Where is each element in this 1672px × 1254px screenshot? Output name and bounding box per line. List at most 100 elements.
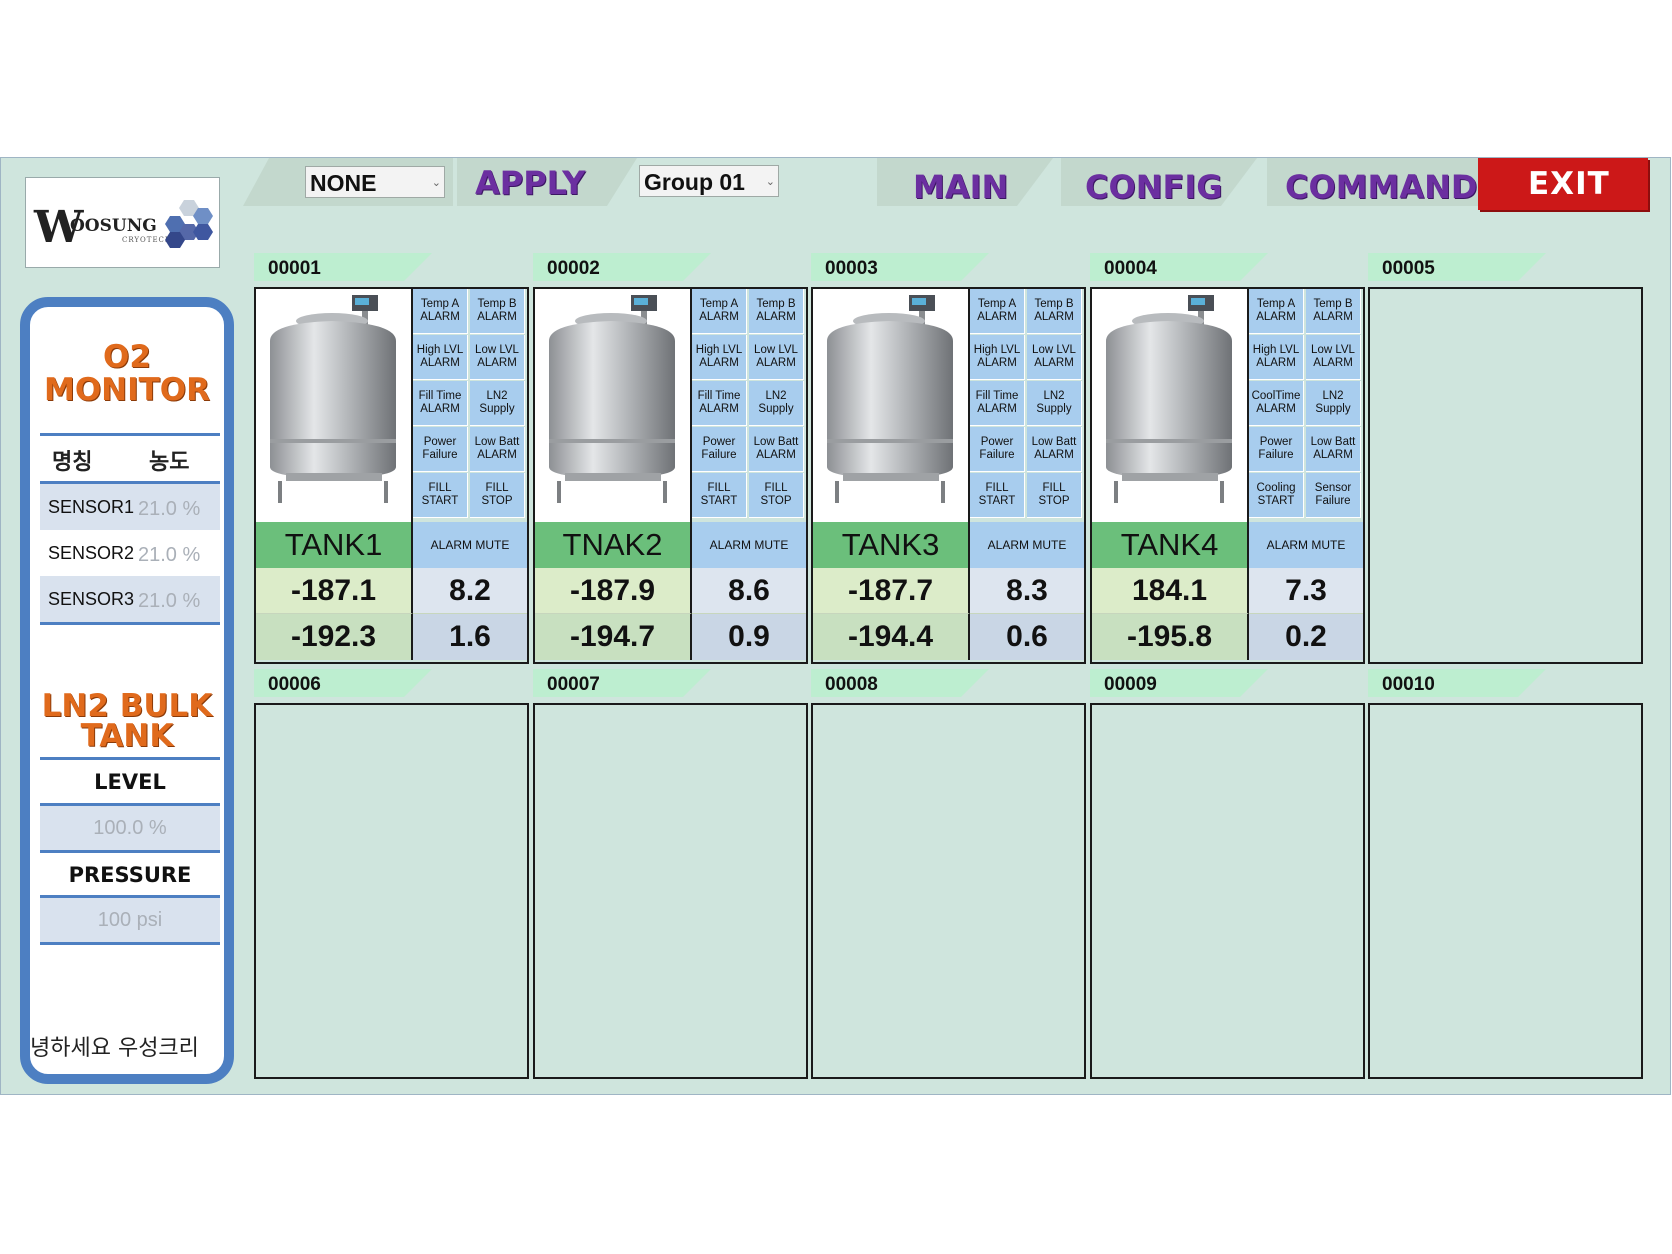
- alarm-button[interactable]: High LVL ALARM: [413, 335, 468, 380]
- alarm-button[interactable]: Temp B ALARM: [749, 289, 804, 334]
- sensor-value: 21.0 %: [138, 590, 201, 612]
- alarm-button[interactable]: FILL STOP: [1027, 473, 1082, 518]
- tank-card[interactable]: Temp A ALARM Temp B ALARM High LVL ALARM Lo…: [533, 287, 808, 664]
- card-id: 00008: [825, 674, 878, 695]
- alarm-button[interactable]: Power Failure: [1249, 427, 1304, 472]
- card-id: 00009: [1104, 674, 1157, 695]
- tank-card-empty[interactable]: [1368, 703, 1643, 1079]
- exit-button[interactable]: EXIT: [1478, 158, 1648, 210]
- alarm-button[interactable]: Low Batt ALARM: [749, 427, 804, 472]
- alarm-button[interactable]: Temp B ALARM: [1306, 289, 1361, 334]
- alarm-mute-button[interactable]: ALARM MUTE: [692, 522, 806, 568]
- config-button[interactable]: CONFIG: [1085, 168, 1223, 206]
- alarm-mute-button[interactable]: ALARM MUTE: [1249, 522, 1363, 568]
- sensor-row-2[interactable]: SENSOR2 21.0 %: [40, 530, 220, 576]
- alarm-button[interactable]: Power Failure: [413, 427, 468, 472]
- alarm-mute-button[interactable]: ALARM MUTE: [970, 522, 1084, 568]
- alarm-button[interactable]: LN2 Supply: [1306, 381, 1361, 426]
- tank-card[interactable]: Temp A ALARM Temp B ALARM High LVL ALARM Lo…: [1090, 287, 1365, 664]
- status-filter-value: NONE: [310, 170, 377, 196]
- alarm-button-label: Temp A ALARM: [699, 298, 739, 323]
- alarm-button[interactable]: High LVL ALARM: [1249, 335, 1304, 380]
- alarm-button[interactable]: Temp A ALARM: [692, 289, 747, 334]
- alarm-mute-button[interactable]: ALARM MUTE: [413, 522, 527, 568]
- sensor-value: 21.0 %: [138, 544, 201, 566]
- logo-word: OOSUNG: [70, 216, 157, 236]
- alarm-button-label: Low LVL ALARM: [1311, 344, 1355, 369]
- alarm-button[interactable]: High LVL ALARM: [970, 335, 1025, 380]
- tank-card-empty[interactable]: [254, 703, 529, 1079]
- alarm-button[interactable]: Low Batt ALARM: [1027, 427, 1082, 472]
- alarm-button[interactable]: FILL STOP: [749, 473, 804, 518]
- alarm-button-label: Temp A ALARM: [977, 298, 1017, 323]
- tank-card[interactable]: Temp A ALARM Temp B ALARM High LVL ALARM Lo…: [811, 287, 1086, 664]
- alarm-button[interactable]: Low LVL ALARM: [1027, 335, 1082, 380]
- tank-card-empty[interactable]: [1368, 287, 1643, 664]
- tab-edge: [243, 158, 269, 206]
- side-monitor-panel: O2 MONITOR 명칭 농도 SENSOR1 21.0 % SENSOR2 …: [20, 297, 234, 1084]
- tank-image: [256, 289, 413, 522]
- alarm-button[interactable]: FILL START: [692, 473, 747, 518]
- alarm-button-label: LN2 Supply: [1315, 390, 1351, 415]
- alarm-button-label: High LVL ALARM: [695, 344, 743, 369]
- alarm-button-label: LN2 Supply: [758, 390, 794, 415]
- level-value: 8.6: [692, 568, 806, 614]
- alarm-button[interactable]: LN2 Supply: [749, 381, 804, 426]
- sensor-row-1[interactable]: SENSOR1 21.0 %: [40, 484, 220, 530]
- pressure-label: PRESSURE: [68, 863, 192, 887]
- level-value: 7.3: [1249, 568, 1363, 614]
- o2-monitor-title-2: MONITOR: [43, 372, 211, 408]
- sensor-name: SENSOR1: [48, 497, 135, 517]
- tank-name: TANK3: [813, 522, 970, 568]
- alarm-button[interactable]: CoolTime ALARM: [1249, 381, 1304, 426]
- alarm-button[interactable]: Temp A ALARM: [970, 289, 1025, 334]
- alarm-button-label: Power Failure: [979, 436, 1015, 461]
- cryo-tank-icon: [270, 295, 396, 503]
- alarm-button[interactable]: Power Failure: [970, 427, 1025, 472]
- alarm-button[interactable]: Temp B ALARM: [1027, 289, 1082, 334]
- alarm-button[interactable]: FILL START: [413, 473, 468, 518]
- alarm-button[interactable]: Temp A ALARM: [413, 289, 468, 334]
- alarm-button[interactable]: Low LVL ALARM: [470, 335, 525, 380]
- apply-button[interactable]: APPLY: [475, 164, 585, 202]
- alarm-button[interactable]: Fill Time ALARM: [413, 381, 468, 426]
- alarm-button[interactable]: High LVL ALARM: [692, 335, 747, 380]
- alarm-button-label: Power Failure: [701, 436, 737, 461]
- group-dropdown[interactable]: Group 01 ⌄: [639, 165, 779, 197]
- alarm-button[interactable]: Temp B ALARM: [470, 289, 525, 334]
- alarm-button[interactable]: Cooling START: [1249, 473, 1304, 518]
- alarm-button[interactable]: Temp A ALARM: [1249, 289, 1304, 334]
- tank-card-empty[interactable]: [533, 703, 808, 1079]
- alarm-button-label: Low Batt ALARM: [1031, 436, 1077, 461]
- temp-a-value: 184.1: [1092, 568, 1249, 614]
- tab-edge: [1017, 158, 1053, 206]
- alarm-button[interactable]: FILL STOP: [470, 473, 525, 518]
- sensor-row-3[interactable]: SENSOR3 21.0 %: [40, 576, 220, 622]
- tank-card[interactable]: Temp A ALARM Temp B ALARM High LVL ALARM Lo…: [254, 287, 529, 664]
- alarm-button[interactable]: Low LVL ALARM: [1306, 335, 1361, 380]
- alarm-button[interactable]: Low LVL ALARM: [749, 335, 804, 380]
- cryo-tank-icon: [1106, 295, 1232, 503]
- tank-image: [535, 289, 692, 522]
- alarm-button[interactable]: Fill Time ALARM: [970, 381, 1025, 426]
- tank-card-empty[interactable]: [811, 703, 1086, 1079]
- alarm-button[interactable]: Fill Time ALARM: [692, 381, 747, 426]
- tank-card-empty[interactable]: [1090, 703, 1365, 1079]
- alarm-button[interactable]: Power Failure: [692, 427, 747, 472]
- alarm-button-label: Power Failure: [422, 436, 458, 461]
- alarm-button[interactable]: FILL START: [970, 473, 1025, 518]
- cryo-tank-icon: [549, 295, 675, 503]
- alarm-button[interactable]: LN2 Supply: [1027, 381, 1082, 426]
- status-filter-dropdown[interactable]: NONE ⌄: [305, 166, 445, 198]
- alarm-button-label: Low Batt ALARM: [753, 436, 799, 461]
- command-button[interactable]: COMMAND: [1285, 168, 1477, 206]
- alarm-button[interactable]: Low Batt ALARM: [1306, 427, 1361, 472]
- tank-name: TANK4: [1092, 522, 1249, 568]
- alarm-button-label: Low LVL ALARM: [754, 344, 798, 369]
- alarm-button[interactable]: Low Batt ALARM: [470, 427, 525, 472]
- main-button[interactable]: MAIN: [913, 168, 1008, 206]
- alarm-button-label: Power Failure: [1258, 436, 1294, 461]
- alarm-button-label: Fill Time ALARM: [975, 390, 1019, 415]
- alarm-button[interactable]: LN2 Supply: [470, 381, 525, 426]
- alarm-button[interactable]: Sensor Failure: [1306, 473, 1361, 518]
